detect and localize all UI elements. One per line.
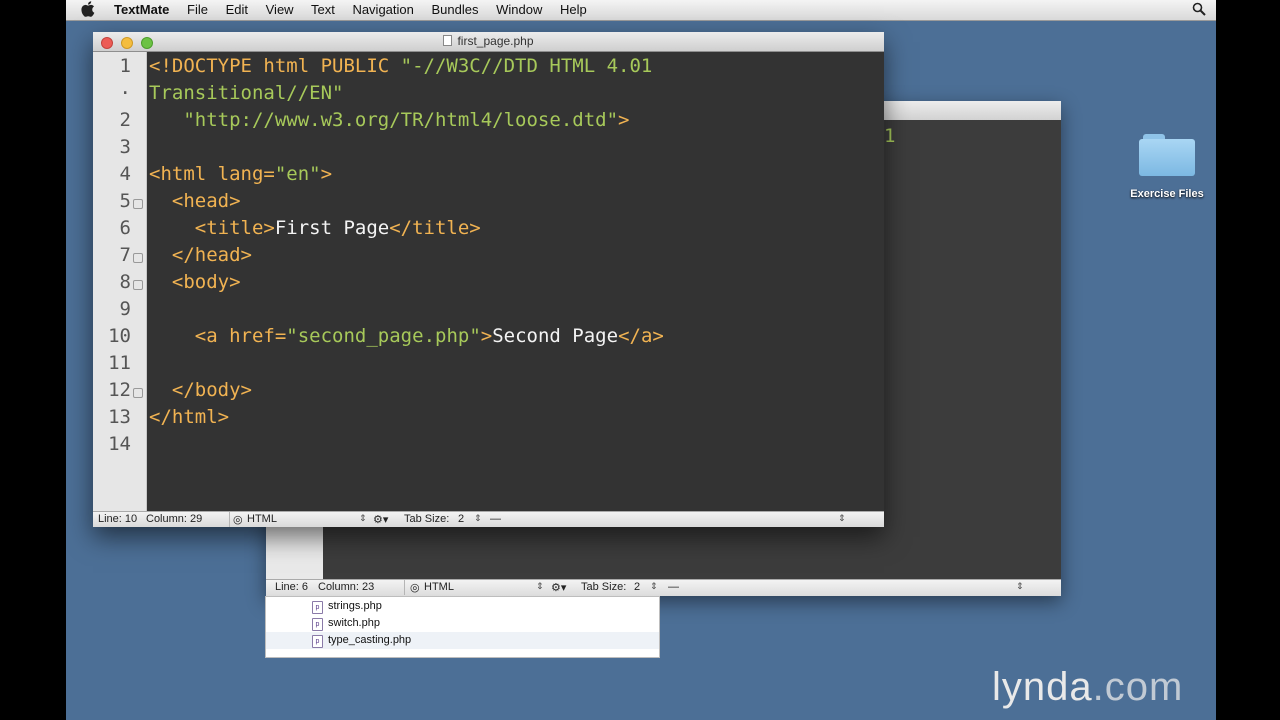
- line-number: 3: [119, 136, 131, 158]
- language-selector[interactable]: HTML: [424, 581, 454, 593]
- menu-bar: TextMate File Edit View Text Navigation …: [66, 0, 1216, 21]
- language-selector[interactable]: HTML: [247, 513, 277, 525]
- fold-marker-icon[interactable]: [133, 388, 143, 398]
- code-line: </body>: [171, 379, 252, 401]
- editor-window[interactable]: first_page.php 1 · 2 3 4 5 6 7 8 9 10 11 12 13 14 <!DO…: [93, 32, 884, 527]
- line-number: 7: [119, 244, 131, 266]
- background-window-status-bar: Line: 6 Column: 23 ◎ HTML ⇕ ⚙▾ Tab Size:…: [266, 579, 1061, 596]
- php-file-icon: p: [312, 618, 323, 631]
- tab-size-value[interactable]: 2: [458, 513, 464, 525]
- symbol-selector[interactable]: —: [668, 581, 679, 593]
- status-column: Column: 23: [318, 581, 375, 593]
- tab-size-label: Tab Size:: [404, 513, 450, 525]
- line-number: 12: [108, 379, 131, 401]
- menu-edit[interactable]: Edit: [226, 2, 248, 17]
- file-name: strings.php: [328, 600, 382, 612]
- spotlight-search-icon[interactable]: [1192, 2, 1208, 18]
- lynda-watermark: lynda.com: [992, 665, 1183, 710]
- line-number: ·: [119, 82, 131, 104]
- exercise-files-folder[interactable]: Exercise Files: [1124, 132, 1210, 200]
- menu-view[interactable]: View: [266, 2, 294, 17]
- list-item[interactable]: p switch.php: [266, 615, 659, 632]
- file-name: type_casting.php: [328, 634, 412, 646]
- watermark-main: lynda: [992, 665, 1093, 709]
- list-item[interactable]: p type_casting.php: [266, 632, 659, 649]
- language-stepper-icon[interactable]: ⇕: [536, 581, 544, 592]
- code-line: <a href="second_page.php">Second Page</a…: [194, 325, 664, 347]
- line-number: 13: [108, 406, 131, 428]
- line-number-gutter: 1 · 2 3 4 5 6 7 8 9 10 11 12 13 14: [93, 52, 147, 513]
- code-line: <html lang="en">: [149, 163, 333, 185]
- status-divider: [404, 580, 405, 595]
- fold-marker-icon[interactable]: [133, 280, 143, 290]
- menu-file[interactable]: File: [187, 2, 208, 17]
- fold-marker-icon[interactable]: [133, 253, 143, 263]
- code-line: <body>: [171, 271, 241, 293]
- menu-window[interactable]: Window: [496, 2, 542, 17]
- line-number: 6: [119, 217, 131, 239]
- menu-items: TextMate File Edit View Text Navigation …: [114, 2, 601, 17]
- gear-icon[interactable]: ⚙▾: [373, 513, 388, 526]
- line-number: 5: [119, 190, 131, 212]
- window-titlebar[interactable]: first_page.php: [93, 32, 884, 52]
- menu-bundles[interactable]: Bundles: [432, 2, 479, 17]
- code-editor[interactable]: <!DOCTYPE html PUBLIC "-//W3C//DTD HTML …: [147, 52, 884, 513]
- document-icon: [443, 35, 453, 46]
- code-line: <!DOCTYPE html PUBLIC "-//W3C//DTD HTML …: [149, 55, 653, 77]
- symbol-stepper-icon[interactable]: ⇕: [1016, 581, 1024, 592]
- line-number: 14: [108, 433, 131, 455]
- code-line: </head>: [171, 244, 252, 266]
- fold-marker-icon[interactable]: [133, 199, 143, 209]
- line-number: 2: [119, 109, 131, 131]
- list-item[interactable]: p strings.php: [266, 598, 659, 615]
- php-file-icon: p: [312, 601, 323, 614]
- folder-icon: [1139, 132, 1195, 176]
- line-number: 1: [119, 55, 131, 77]
- language-icon: ◎: [410, 582, 420, 594]
- window-title: first_page.php: [93, 34, 884, 48]
- code-line: Transitional//EN": [149, 82, 344, 104]
- watermark-suffix: .com: [1092, 665, 1184, 709]
- status-line: Line: 6: [275, 581, 309, 593]
- line-number: 10: [108, 325, 131, 347]
- line-number: 11: [108, 352, 131, 374]
- status-column: Column: 29: [146, 513, 203, 525]
- tab-size-stepper-icon[interactable]: ⇕: [650, 581, 658, 592]
- line-number: 9: [119, 298, 131, 320]
- language-stepper-icon[interactable]: ⇕: [359, 513, 367, 524]
- code-line: </html>: [149, 406, 230, 428]
- background-window-code-peek: 1: [884, 125, 896, 147]
- line-number: 4: [119, 163, 131, 185]
- code-line: <head>: [171, 190, 241, 212]
- menu-text[interactable]: Text: [311, 2, 335, 17]
- window-title-text: first_page.php: [457, 34, 534, 48]
- code-line: "http://www.w3.org/TR/html4/loose.dtd">: [183, 109, 630, 131]
- php-file-icon: p: [312, 635, 323, 648]
- menu-app-textmate[interactable]: TextMate: [114, 2, 169, 17]
- tab-size-stepper-icon[interactable]: ⇕: [474, 513, 482, 524]
- file-name: switch.php: [328, 617, 380, 629]
- apple-menu-icon[interactable]: [81, 1, 97, 17]
- tab-size-label: Tab Size:: [581, 581, 627, 593]
- desktop: TextMate File Edit View Text Navigation …: [66, 0, 1216, 720]
- menu-navigation[interactable]: Navigation: [352, 2, 413, 17]
- folder-label: Exercise Files: [1130, 188, 1204, 200]
- symbol-selector[interactable]: —: [490, 513, 501, 525]
- editor-status-bar: Line: 10 Column: 29 ◎ HTML ⇕ ⚙▾ Tab Size…: [93, 511, 884, 527]
- code-line: <title>First Page</title>: [194, 217, 481, 239]
- line-number: 8: [119, 271, 131, 293]
- status-line: Line: 10: [98, 513, 138, 525]
- symbol-stepper-icon[interactable]: ⇕: [838, 513, 846, 524]
- language-icon: ◎: [233, 514, 243, 526]
- menu-help[interactable]: Help: [560, 2, 587, 17]
- tab-size-value[interactable]: 2: [634, 581, 640, 593]
- gear-icon[interactable]: ⚙▾: [551, 581, 566, 594]
- project-file-list: p strings.php p switch.php p type_castin…: [265, 596, 660, 658]
- status-divider: [229, 512, 230, 527]
